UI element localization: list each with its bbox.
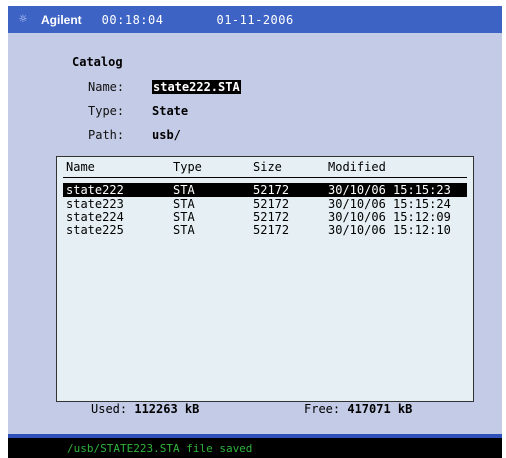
file-modified: 30/10/06 15:15:24	[328, 197, 451, 211]
file-list[interactable]: Name Type Size Modified state222 STA 521…	[56, 156, 474, 402]
brand-name: Agilent	[41, 12, 82, 27]
free-value: 417071 kB	[347, 402, 413, 416]
title-bar: ☼ Agilent 00:18:04 01-11-2006	[8, 6, 502, 33]
header-divider	[63, 177, 467, 178]
clock-time: 00:18:04	[101, 12, 164, 27]
path-field: Path: usb/	[88, 128, 308, 142]
file-name: state223	[66, 197, 124, 211]
file-type: STA	[173, 197, 195, 211]
path-label: Path:	[88, 128, 125, 142]
name-value[interactable]: state222.STA	[152, 80, 241, 94]
clock-date: 01-11-2006	[216, 12, 294, 27]
file-size: 52172	[253, 197, 290, 211]
column-header-size[interactable]: Size	[253, 160, 282, 174]
name-field: Name: state222.STA	[88, 80, 308, 94]
file-size: 52172	[253, 210, 290, 224]
used-space: Used: 112263 kB	[91, 402, 199, 416]
file-name: state222	[66, 183, 124, 197]
status-bar: /usb/STATE223.STA file saved	[8, 434, 502, 458]
catalog-title: Catalog	[72, 55, 123, 69]
used-value: 112263 kB	[134, 402, 200, 416]
file-type: STA	[173, 223, 195, 237]
file-modified: 30/10/06 15:15:23	[328, 183, 451, 197]
column-header-modified[interactable]: Modified	[328, 160, 386, 174]
type-label: Type:	[88, 104, 125, 118]
file-row[interactable]: state224 STA 52172 30/10/06 15:12:09	[63, 210, 467, 224]
path-value: usb/	[152, 128, 181, 142]
file-size: 52172	[253, 183, 290, 197]
file-type: STA	[173, 210, 195, 224]
file-row[interactable]: state222 STA 52172 30/10/06 15:15:23	[63, 183, 467, 197]
file-modified: 30/10/06 15:12:10	[328, 223, 451, 237]
file-size: 52172	[253, 223, 290, 237]
status-message: /usb/STATE223.STA file saved	[67, 442, 253, 455]
file-name: state224	[66, 210, 124, 224]
file-modified: 30/10/06 15:12:09	[328, 210, 451, 224]
used-label: Used:	[91, 402, 128, 416]
type-value: State	[152, 104, 189, 118]
catalog-info: Catalog Name: state222.STA Type: State P…	[72, 55, 241, 142]
list-header: Name Type Size Modified	[57, 160, 473, 176]
column-header-name[interactable]: Name	[66, 160, 95, 174]
instrument-screen: ☼ Agilent 00:18:04 01-11-2006 Catalog Na…	[8, 6, 502, 458]
sun-icon: ☼	[19, 12, 27, 27]
type-field: Type: State	[88, 104, 308, 118]
name-label: Name:	[88, 80, 125, 94]
column-header-type[interactable]: Type	[173, 160, 202, 174]
file-name: state225	[66, 223, 124, 237]
file-row[interactable]: state223 STA 52172 30/10/06 15:15:24	[63, 197, 467, 211]
free-label: Free:	[304, 402, 341, 416]
file-row[interactable]: state225 STA 52172 30/10/06 15:12:10	[63, 223, 467, 237]
free-space: Free: 417071 kB	[304, 402, 412, 416]
file-type: STA	[173, 183, 195, 197]
